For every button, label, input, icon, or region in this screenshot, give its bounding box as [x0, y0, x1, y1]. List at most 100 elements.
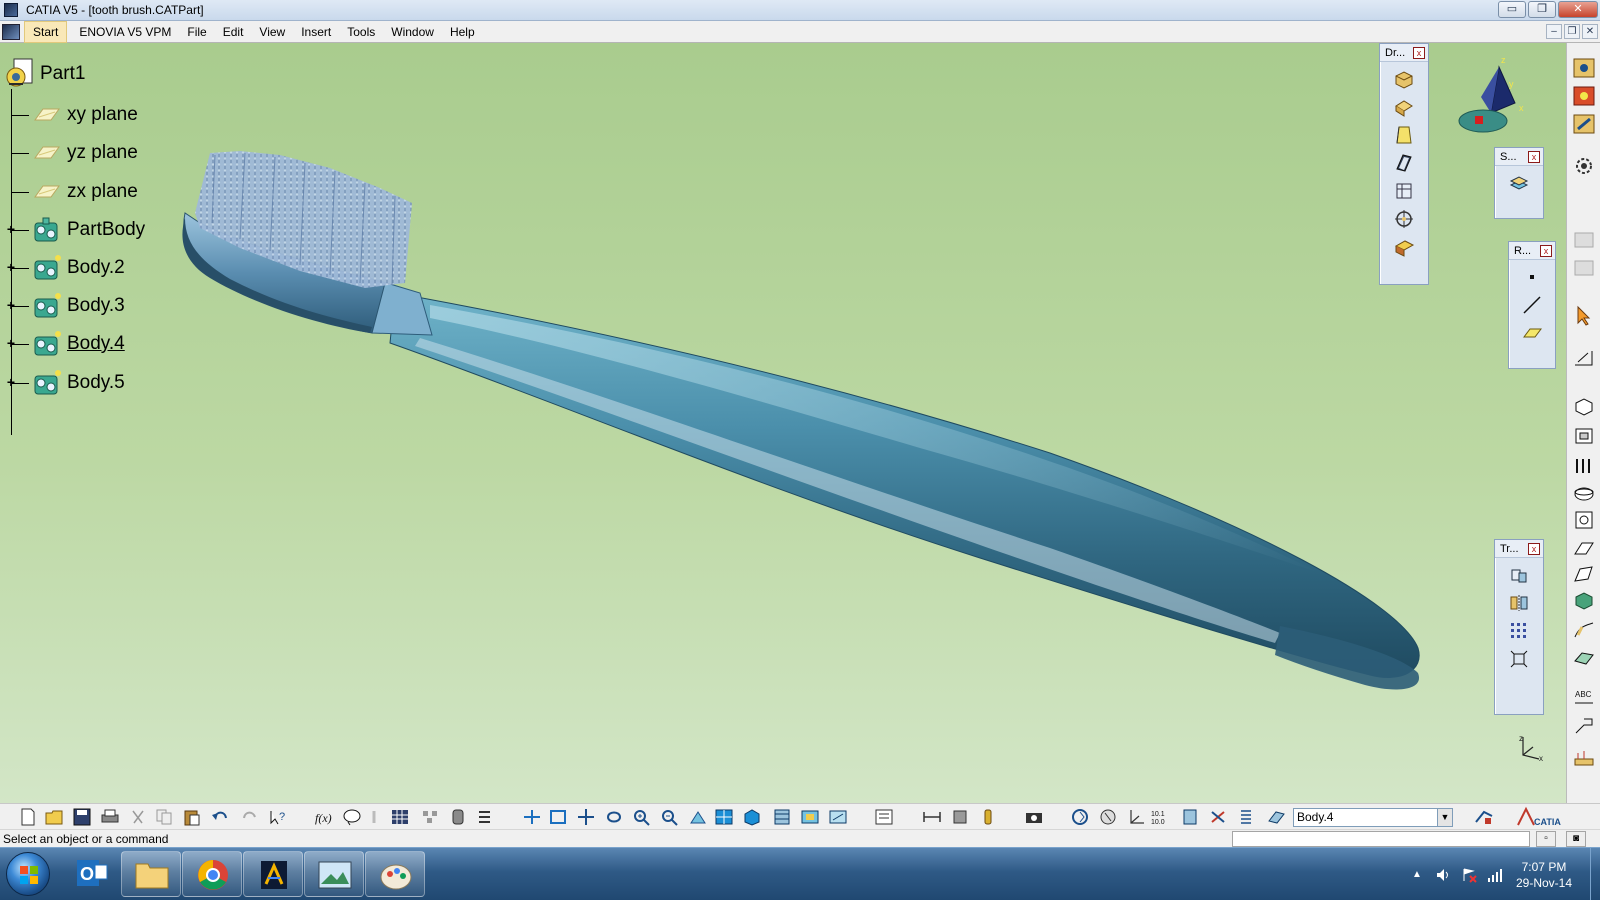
slot-icon[interactable]	[1572, 483, 1596, 505]
toolbar-close-button[interactable]: x	[1540, 244, 1552, 257]
compass-widget[interactable]: z x y	[1455, 53, 1527, 145]
tree-root[interactable]: Part1	[4, 57, 85, 91]
fly-mode-icon[interactable]	[522, 808, 542, 826]
plane-icon[interactable]	[1521, 322, 1543, 344]
tree-node-body-3[interactable]: + Body.3	[7, 291, 125, 321]
axis-system-icon[interactable]	[1126, 808, 1146, 826]
loft-icon[interactable]	[1572, 563, 1596, 585]
record-button[interactable]: ◙	[1566, 831, 1586, 847]
new-document-icon[interactable]	[18, 808, 38, 826]
scan-icon[interactable]	[1236, 808, 1256, 826]
undo-icon[interactable]	[210, 808, 230, 826]
measure-icon[interactable]	[1572, 747, 1596, 769]
close-button[interactable]: ✕	[1558, 1, 1598, 18]
menu-enovia[interactable]: ENOVIA V5 VPM	[71, 22, 179, 42]
remove-face-icon[interactable]	[1393, 236, 1415, 258]
scale-icon[interactable]	[1508, 648, 1530, 670]
catalog-browser-icon[interactable]	[874, 808, 894, 826]
whats-this-icon[interactable]: ?	[268, 808, 288, 826]
tree-node-yz-plane[interactable]: yz plane	[11, 138, 138, 168]
toolbar-close-button[interactable]: x	[1528, 150, 1540, 163]
normal-view-icon[interactable]	[688, 808, 708, 826]
shaded-cube-icon[interactable]	[1393, 68, 1415, 90]
paste-icon[interactable]	[182, 808, 202, 826]
rotate-icon[interactable]	[604, 808, 624, 826]
tree-node-body-2[interactable]: + Body.2	[7, 253, 125, 283]
parameters-icon[interactable]	[476, 808, 496, 826]
command-history-button[interactable]: ▫	[1536, 831, 1556, 847]
taskbar-clock[interactable]: 7:07 PM 29-Nov-14	[1516, 859, 1572, 891]
disabled-icon-2[interactable]	[1572, 257, 1596, 279]
sketch-icon[interactable]	[1572, 347, 1596, 369]
menu-help[interactable]: Help	[442, 22, 483, 42]
manual-update-icon[interactable]	[1098, 808, 1118, 826]
measure-item-icon[interactable]	[950, 808, 970, 826]
pan-icon[interactable]	[576, 808, 596, 826]
swap-visible-space-icon[interactable]	[828, 808, 848, 826]
open-folder-icon[interactable]	[44, 808, 64, 826]
show-desktop-button[interactable]	[1590, 848, 1600, 900]
document-icon[interactable]	[2, 23, 20, 40]
pattern-icon[interactable]	[1508, 620, 1530, 642]
doc-restore-button[interactable]: ❐	[1564, 24, 1580, 39]
menu-window[interactable]: Window	[383, 22, 442, 42]
annotation-text-icon[interactable]: ABC	[1572, 685, 1596, 707]
mirror-icon[interactable]	[1508, 592, 1530, 614]
tree-node-xy-plane[interactable]: xy plane	[11, 100, 138, 130]
law-icon[interactable]	[448, 808, 468, 826]
solid-combine-icon[interactable]	[1572, 589, 1596, 611]
tree-node-body-4[interactable]: + Body.4	[7, 329, 125, 359]
menu-file[interactable]: File	[179, 22, 214, 42]
rib-icon[interactable]	[1572, 455, 1596, 477]
measure-between-icon[interactable]	[922, 808, 942, 826]
formula-icon[interactable]: f(x)	[314, 808, 334, 826]
taskbar-catia[interactable]	[243, 851, 303, 897]
redo-icon[interactable]	[240, 808, 260, 826]
save-icon[interactable]	[72, 808, 92, 826]
chevron-down-icon[interactable]: ▼	[1437, 809, 1452, 826]
shaft-icon[interactable]	[1572, 113, 1596, 135]
update-icon[interactable]	[1070, 808, 1090, 826]
capture-camera-icon[interactable]	[1024, 808, 1044, 826]
toolbar-close-button[interactable]: x	[1413, 46, 1425, 59]
minimize-button[interactable]: ▭	[1498, 1, 1526, 18]
tools-palette-icon[interactable]	[1180, 808, 1200, 826]
network-icon[interactable]	[1487, 867, 1503, 883]
precision-icon[interactable]: 10.110.0	[1150, 808, 1170, 826]
grid-snap-icon[interactable]	[1208, 808, 1228, 826]
copy-icon[interactable]	[154, 808, 174, 826]
zoom-out-icon[interactable]	[660, 808, 680, 826]
surface-stack-icon[interactable]	[1508, 172, 1530, 194]
multi-view-icon[interactable]	[714, 808, 734, 826]
expand-icon[interactable]: +	[5, 375, 17, 389]
menu-insert[interactable]: Insert	[293, 22, 339, 42]
point-icon[interactable]	[1521, 266, 1543, 288]
tree-node-zx-plane[interactable]: zx plane	[11, 177, 138, 207]
shading-icon[interactable]	[772, 808, 792, 826]
current-body-dropdown[interactable]: Body.4 ▼	[1293, 808, 1453, 827]
measure-inertia-icon[interactable]	[978, 808, 998, 826]
expand-icon[interactable]: +	[5, 336, 17, 350]
action-center-icon[interactable]	[1461, 867, 1477, 883]
stiffener-icon[interactable]	[1572, 537, 1596, 559]
restore-button[interactable]: ❐	[1528, 1, 1556, 18]
taskbar-outlook[interactable]: O	[60, 851, 120, 897]
toothbrush-model[interactable]	[0, 43, 1566, 803]
disabled-icon-1[interactable]	[1572, 229, 1596, 251]
hole-icon[interactable]	[1572, 425, 1596, 447]
fillet-icon[interactable]	[1393, 96, 1415, 118]
tree-node-body-5[interactable]: + Body.5	[7, 368, 125, 398]
pad-icon[interactable]	[1572, 395, 1596, 417]
taskbar-explorer[interactable]	[121, 851, 181, 897]
line-icon[interactable]	[1521, 294, 1543, 316]
zoom-in-icon[interactable]	[632, 808, 652, 826]
catia-app-icon[interactable]	[4, 3, 18, 17]
translate-icon[interactable]	[1508, 564, 1530, 586]
iso-view-icon[interactable]	[742, 808, 762, 826]
command-input[interactable]	[1232, 831, 1530, 847]
doc-minimize-button[interactable]: –	[1546, 24, 1562, 39]
flag-note-icon[interactable]	[1572, 715, 1596, 737]
sketch-based-features-icon[interactable]	[1572, 57, 1596, 79]
pocket-icon[interactable]	[1572, 85, 1596, 107]
design-table-icon[interactable]	[366, 808, 386, 826]
